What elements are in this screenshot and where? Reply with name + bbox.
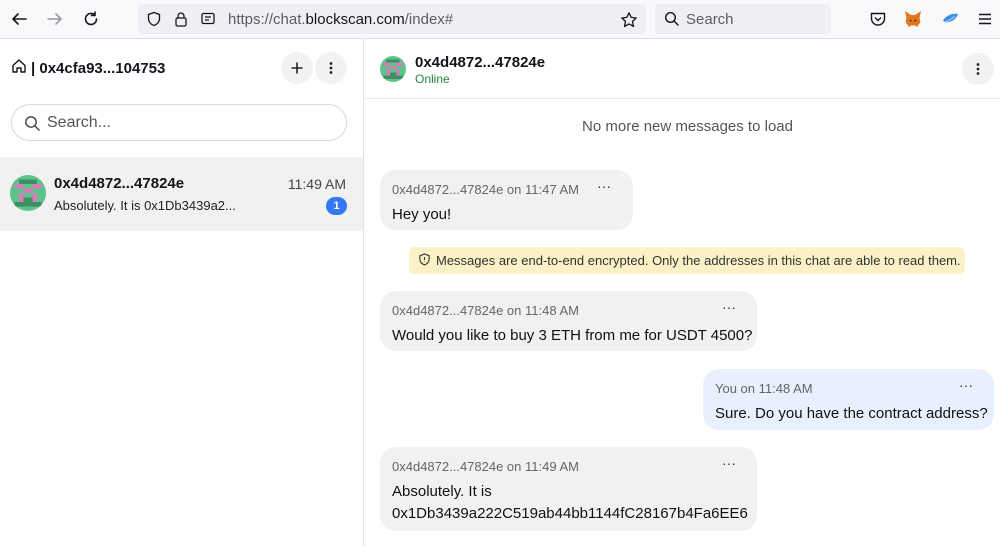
contract-address-text: 0x1Db3439a222C519ab44bb1144fC28167b4Fa6E… <box>392 505 748 522</box>
unread-badge: 1 <box>326 197 347 215</box>
message-meta: 0x4d4872...47824e on 11:47 AM <box>392 182 579 197</box>
chat-more-button[interactable] <box>962 53 994 85</box>
no-more-messages-label: No more new messages to load <box>582 118 793 135</box>
encryption-notice-text: Messages are end-to-end encrypted. Only … <box>436 253 961 268</box>
conversation-sidebar: | 0x4cfa93...104753 Search... 0x4d4872..… <box>0 39 364 546</box>
message-text: Would you like to buy 3 ETH from me for … <box>392 327 753 344</box>
message-text: Sure. Do you have the contract address? <box>715 405 988 422</box>
message-text: Hey you! <box>392 206 452 223</box>
shield-icon <box>418 252 431 269</box>
message-options-button[interactable]: ··· <box>959 377 973 393</box>
sidebar-more-button[interactable] <box>315 52 347 84</box>
back-arrow-icon[interactable] <box>7 7 31 31</box>
vertical-dots-icon <box>976 63 980 75</box>
message-bubble-mine: You on 11:48 AM ··· Sure. Do you have th… <box>703 369 994 430</box>
message-bubble: 0x4d4872...47824e on 11:48 AM ··· Would … <box>380 291 757 351</box>
message-meta: 0x4d4872...47824e on 11:49 AM <box>392 459 579 474</box>
message-meta: 0x4d4872...47824e on 11:48 AM <box>392 303 579 318</box>
conversation-time: 11:49 AM <box>287 176 346 192</box>
plus-icon <box>291 62 303 74</box>
search-icon <box>24 115 41 137</box>
message-options-button[interactable]: ··· <box>597 178 611 194</box>
extension-icon[interactable] <box>940 9 960 29</box>
conversation-name: 0x4d4872...47824e <box>54 175 185 192</box>
avatar <box>10 175 46 211</box>
reload-icon[interactable] <box>79 7 103 31</box>
shield-icon[interactable] <box>146 11 162 27</box>
address-bar[interactable]: https://chat.blockscan.com/index# <box>138 4 646 34</box>
chat-contact-name: 0x4d4872...47824e <box>415 54 546 71</box>
vertical-dots-icon <box>329 62 333 74</box>
message-meta: You on 11:48 AM <box>715 381 813 396</box>
account-address: | 0x4cfa93...104753 <box>31 59 166 77</box>
message-bubble: 0x4d4872...47824e on 11:47 AM ··· Hey yo… <box>380 170 633 230</box>
message-text: Absolutely. It is 0x1Db3439a222C519ab44b… <box>392 481 748 525</box>
search-icon <box>664 11 680 32</box>
home-icon[interactable] <box>11 58 27 78</box>
message-bubble: 0x4d4872...47824e on 11:49 AM ··· Absolu… <box>380 447 757 531</box>
search-placeholder: Search... <box>47 114 112 131</box>
lock-icon[interactable] <box>173 11 189 27</box>
chat-header: 0x4d4872...47824e Online <box>365 39 1000 99</box>
encryption-notice: Messages are end-to-end encrypted. Only … <box>409 247 965 274</box>
message-text-line: Absolutely. It is <box>392 483 492 500</box>
new-chat-button[interactable] <box>281 52 313 84</box>
forward-arrow-icon[interactable] <box>43 7 67 31</box>
chat-panel: 0x4d4872...47824e Online No more new mes… <box>365 39 1000 546</box>
conversation-search-input[interactable]: Search... <box>11 104 347 141</box>
reader-icon[interactable] <box>200 11 216 27</box>
pocket-icon[interactable] <box>868 9 888 29</box>
metamask-fox-icon[interactable] <box>903 9 923 29</box>
hamburger-menu-icon[interactable] <box>975 9 995 29</box>
browser-search-placeholder: Search <box>686 11 734 28</box>
avatar <box>380 56 406 82</box>
account-title: | 0x4cfa93...104753 <box>11 58 165 78</box>
url-text[interactable]: https://chat.blockscan.com/index# <box>228 11 453 28</box>
message-options-button[interactable]: ··· <box>722 299 736 315</box>
conversation-preview: Absolutely. It is 0x1Db3439a2... <box>54 198 236 213</box>
online-status: Online <box>415 72 450 86</box>
star-icon[interactable] <box>620 11 637 28</box>
sidebar-header: | 0x4cfa93...104753 <box>0 39 363 97</box>
conversation-item[interactable]: 0x4d4872...47824e 11:49 AM Absolutely. I… <box>0 157 363 231</box>
browser-toolbar: https://chat.blockscan.com/index# Search <box>0 0 1000 39</box>
browser-search-field[interactable]: Search <box>655 4 831 34</box>
message-options-button[interactable]: ··· <box>722 455 736 471</box>
